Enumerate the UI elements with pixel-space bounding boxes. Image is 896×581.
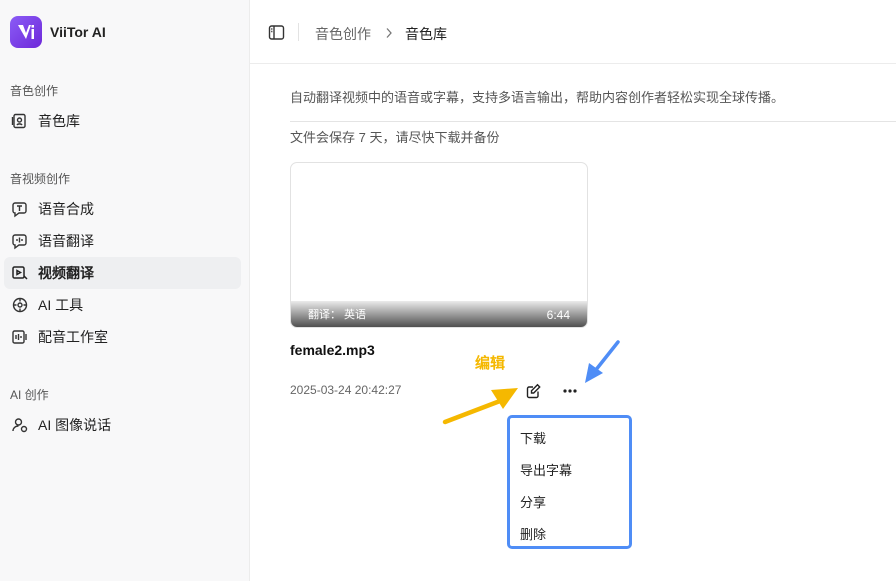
speech-synthesis-icon (11, 200, 29, 218)
brand-name: ViiTor AI (50, 24, 106, 40)
more-options-menu: 下载 导出字幕 分享 删除 (507, 415, 632, 549)
talking-image-icon (11, 416, 29, 434)
file-name: female2.mp3 (290, 342, 375, 358)
menu-item-export-subtitles[interactable]: 导出字幕 (520, 460, 572, 479)
menu-item-download[interactable]: 下载 (520, 428, 546, 447)
breadcrumb-current: 音色库 (405, 26, 447, 42)
sidebar-item-label: 配音工作室 (38, 329, 108, 345)
sidebar-item-label: 语音翻译 (38, 233, 94, 249)
section-title-av-creation: 音视频创作 (10, 172, 71, 186)
menu-item-share[interactable]: 分享 (520, 492, 546, 511)
sidebar-item-label: 视频翻译 (38, 265, 94, 281)
sidebar-item-talking-image[interactable]: AI 图像说话 (4, 409, 241, 441)
edit-icon[interactable] (525, 382, 543, 400)
brand[interactable]: ViiTor AI (10, 16, 106, 48)
retention-notice: 文件会保存 7 天，请尽快下载并备份 (290, 130, 500, 145)
sidebar-item-speech-synthesis[interactable]: 语音合成 (4, 193, 241, 225)
sidebar-item-label: 语音合成 (38, 201, 94, 217)
section-title-ai-creation: AI 创作 (10, 388, 49, 402)
section-title-voice-creation: 音色创作 (10, 84, 59, 98)
sidebar-item-dubbing-studio[interactable]: 配音工作室 (4, 321, 241, 353)
top-bar: 音色创作 音色库 (250, 0, 896, 64)
menu-item-delete[interactable]: 删除 (520, 524, 546, 543)
annotation-label-edit: 编辑 (475, 355, 506, 372)
speech-translation-icon (11, 232, 29, 250)
app-window: ViiTor AI 音色创作 音色库 音视频创作 语音合成 语音翻译 视频翻译 … (0, 0, 896, 581)
sidebar-item-label: AI 图像说话 (38, 417, 112, 433)
video-translation-icon (11, 264, 29, 282)
duration-label: 6:44 (546, 308, 570, 322)
card-overlay-bar: 翻译： 英语 6:44 (291, 301, 587, 327)
more-options-icon[interactable] (560, 382, 580, 400)
header-divider (298, 23, 299, 41)
sidebar-item-label: AI 工具 (38, 297, 84, 313)
breadcrumb-parent[interactable]: 音色创作 (315, 24, 371, 44)
sidebar-item-video-translation[interactable]: 视频翻译 (4, 257, 241, 289)
voice-library-icon (11, 112, 29, 130)
divider (290, 121, 896, 122)
sidebar-item-voice-library[interactable]: 音色库 (4, 105, 241, 137)
logo-icon (10, 16, 42, 48)
translation-language: 翻译： 英语 (308, 309, 367, 321)
page-description: 自动翻译视频中的语音或字幕，支持多语言输出，帮助内容创作者轻松实现全球传播。 (290, 90, 785, 105)
ai-tools-icon (11, 296, 29, 314)
blue-arrow-icon (585, 340, 620, 383)
created-date: 2025-03-24 20:42:27 (290, 383, 402, 397)
sidebar-toggle-icon[interactable] (268, 24, 285, 41)
sidebar-item-label: 音色库 (38, 113, 80, 129)
media-card[interactable]: 翻译： 英语 6:44 (290, 162, 588, 328)
sidebar-item-ai-tools[interactable]: AI 工具 (4, 289, 241, 321)
sidebar: ViiTor AI 音色创作 音色库 音视频创作 语音合成 语音翻译 视频翻译 … (0, 0, 250, 581)
chevron-right-icon (384, 26, 394, 38)
dubbing-studio-icon (11, 328, 29, 346)
sidebar-item-speech-translation[interactable]: 语音翻译 (4, 225, 241, 257)
